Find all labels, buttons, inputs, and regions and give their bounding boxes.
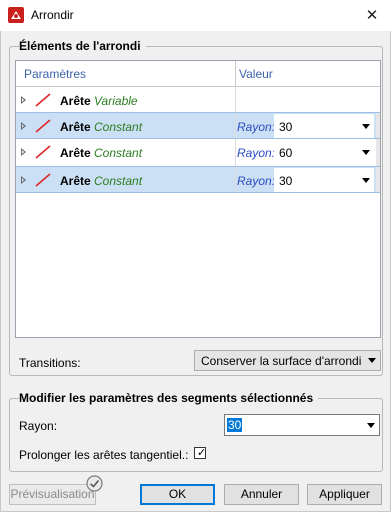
rayon-input-value[interactable]: 30	[227, 418, 243, 432]
window-title: Arrondir	[31, 8, 74, 22]
modify-group-title: Modifier les paramètres des segments sél…	[19, 391, 319, 405]
row-type: Constant	[94, 146, 143, 160]
row-rayon-label: Rayon:	[237, 174, 276, 188]
header-valeur[interactable]: Valeur	[239, 67, 273, 81]
row-type: Constant	[94, 174, 143, 188]
row-rayon-label: Rayon:	[237, 120, 276, 134]
extend-tangent-label: Prolonger les arêtes tangentiel.:	[19, 448, 189, 462]
check-icon: ✓	[197, 447, 207, 459]
edge-icon	[35, 93, 51, 107]
dropdown-arrow-icon[interactable]	[362, 124, 370, 129]
preview-button[interactable]: Prévisualisation	[9, 484, 96, 505]
expand-arrow-icon[interactable]	[21, 148, 26, 156]
row-rayon-label: Rayon:	[237, 146, 276, 160]
row-label: Arête	[60, 146, 91, 160]
dropdown-arrow-icon[interactable]	[362, 150, 370, 155]
table-row[interactable]: Arête Constant Rayon: 60	[16, 139, 380, 166]
dropdown-arrow-icon[interactable]	[367, 423, 375, 428]
header-separator[interactable]	[235, 61, 236, 86]
edge-icon	[35, 173, 51, 187]
edges-table: Paramètres Valeur Arête Variable Arête C…	[15, 60, 381, 338]
title-bar: Arrondir ✕	[0, 0, 391, 31]
rayon-label: Rayon:	[19, 419, 58, 433]
table-row[interactable]: Arête Variable	[16, 87, 380, 114]
row-label: Arête	[60, 174, 91, 188]
row-rayon-value[interactable]: 30	[279, 120, 292, 134]
header-parametres[interactable]: Paramètres	[24, 67, 86, 81]
expand-arrow-icon[interactable]	[21, 176, 26, 184]
dropdown-arrow-icon[interactable]	[362, 178, 370, 183]
edge-icon	[35, 119, 51, 133]
expand-arrow-icon[interactable]	[21, 96, 26, 104]
row-rayon-combo[interactable]: 30	[274, 114, 374, 138]
extend-tangent-checkbox[interactable]: ✓	[194, 447, 206, 459]
table-header: Paramètres Valeur	[16, 61, 380, 87]
row-rayon-value[interactable]: 30	[279, 174, 292, 188]
rayon-input[interactable]: 30	[224, 414, 380, 436]
elements-group-title: Éléments de l'arrondi	[19, 39, 146, 53]
table-row[interactable]: Arête Constant Rayon: 30	[16, 166, 380, 193]
apply-button[interactable]: Appliquer	[307, 484, 382, 505]
transitions-value[interactable]: Conserver la surface d'arrondi	[201, 354, 361, 368]
table-row[interactable]: Arête Constant Rayon: 30	[16, 112, 380, 139]
row-rayon-combo[interactable]: 60	[274, 140, 374, 164]
row-type: Constant	[94, 120, 143, 134]
close-icon[interactable]: ✕	[353, 0, 391, 31]
ok-button[interactable]: OK	[140, 484, 215, 505]
expand-arrow-icon[interactable]	[21, 122, 26, 130]
app-icon	[8, 7, 24, 23]
edge-icon	[35, 145, 51, 159]
row-type: Variable	[94, 94, 138, 108]
cancel-button[interactable]: Annuler	[224, 484, 299, 505]
row-label: Arête	[60, 120, 91, 134]
row-rayon-value[interactable]: 60	[279, 146, 292, 160]
dropdown-arrow-icon[interactable]	[368, 358, 376, 363]
transitions-select[interactable]: Conserver la surface d'arrondi	[194, 350, 381, 371]
preview-check-icon	[86, 475, 103, 492]
row-rayon-combo[interactable]: 30	[274, 168, 374, 192]
row-label: Arête	[60, 94, 91, 108]
transitions-label: Transitions:	[19, 356, 81, 370]
